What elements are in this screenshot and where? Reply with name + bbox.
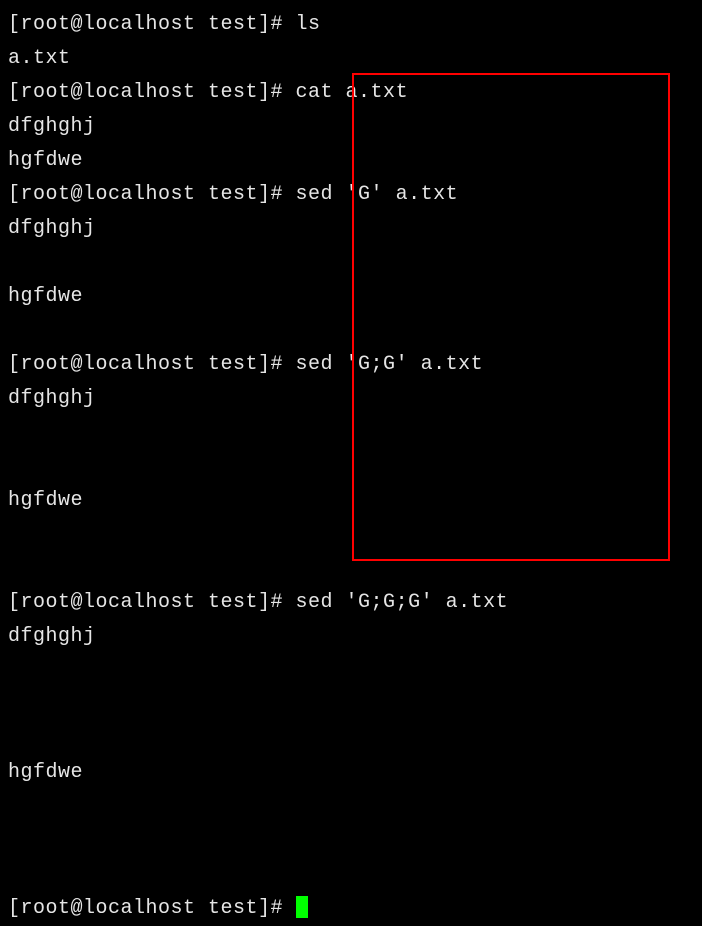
shell-prompt: [root@localhost test]# (8, 13, 296, 36)
terminal-output-line: hgfdwe (8, 756, 694, 790)
shell-prompt: [root@localhost test]# (8, 183, 296, 206)
output-text: dfghghj (8, 625, 96, 648)
output-text: dfghghj (8, 387, 96, 410)
output-text (8, 455, 21, 478)
output-text: hgfdwe (8, 149, 83, 172)
terminal-command-line: [root@localhost test]# sed 'G;G;G' a.txt (8, 586, 694, 620)
shell-prompt: [root@localhost test]# (8, 591, 296, 614)
terminal-output-line (8, 416, 694, 450)
command-text: sed 'G;G' a.txt (296, 353, 484, 376)
terminal-output-line (8, 314, 694, 348)
terminal-output-line: dfghghj (8, 382, 694, 416)
shell-prompt: [root@localhost test]# (8, 897, 296, 920)
terminal-command-line: [root@localhost test]# ls (8, 8, 694, 42)
shell-prompt: [root@localhost test]# (8, 81, 296, 104)
terminal-output-line (8, 552, 694, 586)
terminal-output-line (8, 858, 694, 892)
cursor-block (296, 896, 308, 918)
terminal-window[interactable]: [root@localhost test]# ls a.txt [root@loca… (8, 8, 694, 926)
terminal-output-line: dfghghj (8, 620, 694, 654)
command-text: sed 'G;G;G' a.txt (296, 591, 509, 614)
terminal-input-line[interactable]: [root@localhost test]# (8, 892, 694, 926)
terminal-output-line (8, 246, 694, 280)
terminal-output-line (8, 790, 694, 824)
terminal-output-line (8, 824, 694, 858)
shell-prompt: [root@localhost test]# (8, 353, 296, 376)
command-text: ls (296, 13, 321, 36)
terminal-output-line (8, 654, 694, 688)
output-text (8, 795, 21, 818)
output-text (8, 727, 21, 750)
terminal-output-line: a.txt (8, 42, 694, 76)
terminal-output-line: hgfdwe (8, 484, 694, 518)
output-text: a.txt (8, 47, 71, 70)
command-text: sed 'G' a.txt (296, 183, 459, 206)
terminal-output-line: hgfdwe (8, 144, 694, 178)
terminal-output-line: hgfdwe (8, 280, 694, 314)
output-text (8, 421, 21, 444)
output-text (8, 863, 21, 886)
terminal-output-line (8, 450, 694, 484)
output-text: hgfdwe (8, 489, 83, 512)
output-text (8, 251, 21, 274)
output-text (8, 693, 21, 716)
output-text (8, 319, 21, 342)
output-text (8, 659, 21, 682)
output-text: dfghghj (8, 115, 96, 138)
output-text: dfghghj (8, 217, 96, 240)
terminal-output-line: dfghghj (8, 212, 694, 246)
command-text: cat a.txt (296, 81, 409, 104)
output-text: hgfdwe (8, 285, 83, 308)
output-text (8, 557, 21, 580)
terminal-output-line (8, 722, 694, 756)
terminal-command-line: [root@localhost test]# cat a.txt (8, 76, 694, 110)
terminal-output-line (8, 688, 694, 722)
terminal-output-line (8, 518, 694, 552)
terminal-command-line: [root@localhost test]# sed 'G;G' a.txt (8, 348, 694, 382)
terminal-command-line: [root@localhost test]# sed 'G' a.txt (8, 178, 694, 212)
output-text: hgfdwe (8, 761, 83, 784)
output-text (8, 829, 21, 852)
output-text (8, 523, 21, 546)
terminal-output-line: dfghghj (8, 110, 694, 144)
